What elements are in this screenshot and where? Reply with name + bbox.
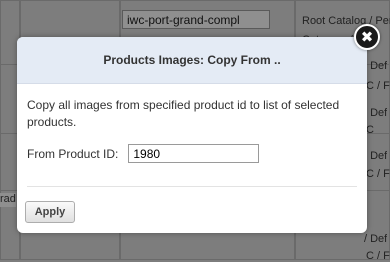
dialog-header: Products Images: Copy From .. [17, 37, 367, 84]
copy-images-dialog: Products Images: Copy From .. Copy all i… [17, 37, 367, 233]
category-text: C [366, 124, 374, 136]
category-text: / Def [364, 233, 388, 245]
close-icon: ✖ [360, 27, 374, 46]
close-dialog-button[interactable]: ✖ [354, 24, 380, 50]
category-text: C / F [366, 168, 390, 180]
apply-button[interactable]: Apply [25, 201, 75, 223]
product-id-label: From Product ID: [27, 146, 119, 161]
category-text: / Def [364, 107, 388, 119]
category-text: Root Catalog / Perf [302, 15, 390, 27]
product-name-input[interactable]: iwc-port-grand-compl [122, 10, 270, 29]
product-id-row: From Product ID: [27, 144, 355, 163]
category-text: C / F [366, 80, 390, 92]
category-text: C / F [366, 250, 390, 262]
dialog-description: Copy all images from specified product i… [27, 98, 340, 129]
cut-off-input: rad [0, 193, 16, 207]
product-id-input[interactable] [128, 144, 260, 163]
category-text: / Def [364, 150, 388, 162]
dialog-body: Copy all images from specified product i… [17, 84, 367, 163]
dialog-divider [27, 186, 357, 187]
category-text: / Def [364, 60, 388, 72]
dialog-title: Products Images: Copy From .. [103, 53, 281, 67]
